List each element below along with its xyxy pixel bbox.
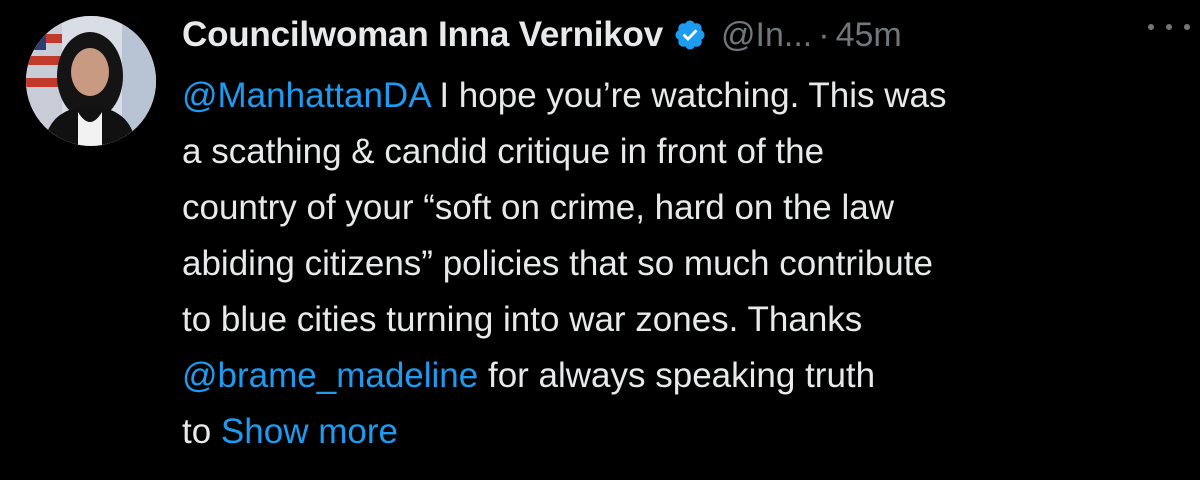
verified-badge-icon <box>673 18 707 52</box>
mention-brame-madeline-link[interactable]: @brame_madeline <box>182 356 478 395</box>
more-options-icon[interactable] <box>1148 10 1190 44</box>
display-name[interactable]: Councilwoman Inna Vernikov <box>182 15 663 55</box>
more-dot <box>1184 24 1190 30</box>
timestamp[interactable]: 45m <box>836 16 902 55</box>
tweet-text-line: to Show more <box>182 404 1182 460</box>
tweet-text-line: abiding citizens” policies that so much … <box>182 244 933 283</box>
tweet-header: Councilwoman Inna Vernikov @In... · 45m <box>182 10 1180 60</box>
mention-manhattanda-link[interactable]: @ManhattanDA <box>182 76 430 115</box>
tweet-text-segment: to <box>182 412 221 451</box>
more-dot <box>1148 24 1154 30</box>
tweet-text-segment: I hope you’re watching. This was <box>429 76 947 115</box>
show-more-link[interactable]: Show more <box>221 412 398 451</box>
tweet-text: @ManhattanDA I hope you’re watching. Thi… <box>182 68 1182 460</box>
user-handle[interactable]: @In... <box>721 16 812 55</box>
tweet-text-line: @brame_madeline for always speaking trut… <box>182 348 1182 404</box>
tweet-text-line: country of your “soft on crime, hard on … <box>182 188 894 227</box>
more-dot <box>1166 24 1172 30</box>
tweet-text-segment: for always speaking truth <box>478 356 876 395</box>
separator-dot: · <box>818 15 830 54</box>
tweet-text-line: @ManhattanDA I hope you’re watching. Thi… <box>182 68 1182 124</box>
avatar-image <box>26 16 156 146</box>
tweet[interactable]: Councilwoman Inna Vernikov @In... · 45m … <box>0 0 1200 480</box>
avatar[interactable] <box>26 16 156 146</box>
tweet-text-line: to blue cities turning into war zones. T… <box>182 300 863 339</box>
tweet-text-line: a scathing & candid critique in front of… <box>182 132 825 171</box>
